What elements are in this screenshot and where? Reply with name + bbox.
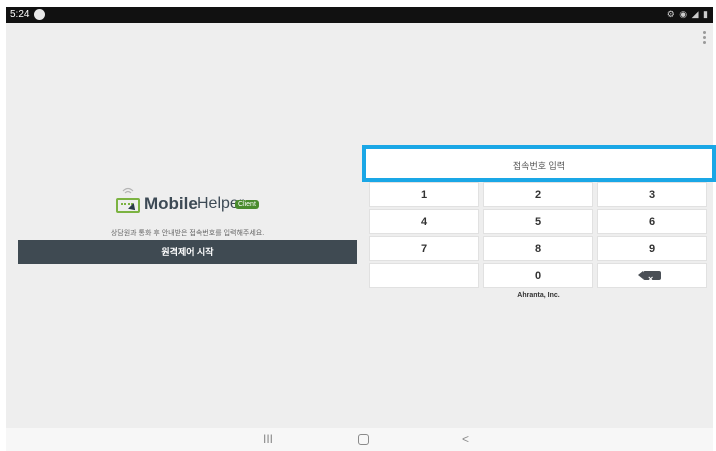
system-status-icons: ⚙ ◉ ◢ ▮ — [666, 9, 709, 19]
key-1[interactable]: 1 — [369, 182, 479, 207]
notification-dot-icon — [34, 9, 45, 20]
mobilehelper-logo: Mobile Helper Client — [110, 187, 280, 215]
more-vertical-icon[interactable] — [703, 31, 707, 46]
key-4[interactable]: 4 — [369, 209, 479, 234]
wifi-icon — [122, 187, 134, 194]
key-3[interactable]: 3 — [597, 182, 707, 207]
backspace-button[interactable] — [597, 263, 707, 291]
status-time: 5:24 — [10, 9, 30, 20]
key-7[interactable]: 7 — [369, 236, 479, 261]
logo-mobile-text: Mobile — [144, 194, 198, 213]
key-empty — [369, 263, 479, 288]
key-5[interactable]: 5 — [483, 209, 593, 234]
access-code-placeholder: 접속번호 입력 — [512, 161, 566, 171]
key-0[interactable]: 0 — [483, 263, 593, 288]
navigation-bar: III < — [6, 428, 713, 451]
client-badge: Client — [235, 200, 259, 209]
company-name: Ahranta, Inc. — [517, 292, 560, 299]
recents-button[interactable]: III — [263, 432, 273, 446]
home-button[interactable] — [358, 434, 369, 445]
backspace-icon — [638, 267, 661, 291]
key-2[interactable]: 2 — [483, 182, 593, 207]
instruction-text: 상담원과 통화 후 안내받은 접속번호를 입력해주세요. — [110, 230, 265, 237]
key-8[interactable]: 8 — [483, 236, 593, 261]
start-remote-control-button[interactable]: 원격제어 시작 — [18, 240, 357, 264]
access-code-input[interactable]: 접속번호 입력 — [362, 145, 716, 182]
key-6[interactable]: 6 — [597, 209, 707, 234]
back-button[interactable]: < — [462, 432, 469, 446]
device-frame: 5:24 ⚙ ◉ ◢ ▮ Mobile Helper Client 상담원과 통… — [0, 0, 716, 451]
key-9[interactable]: 9 — [597, 236, 707, 261]
status-bar: 5:24 ⚙ ◉ ◢ ▮ — [6, 7, 713, 23]
